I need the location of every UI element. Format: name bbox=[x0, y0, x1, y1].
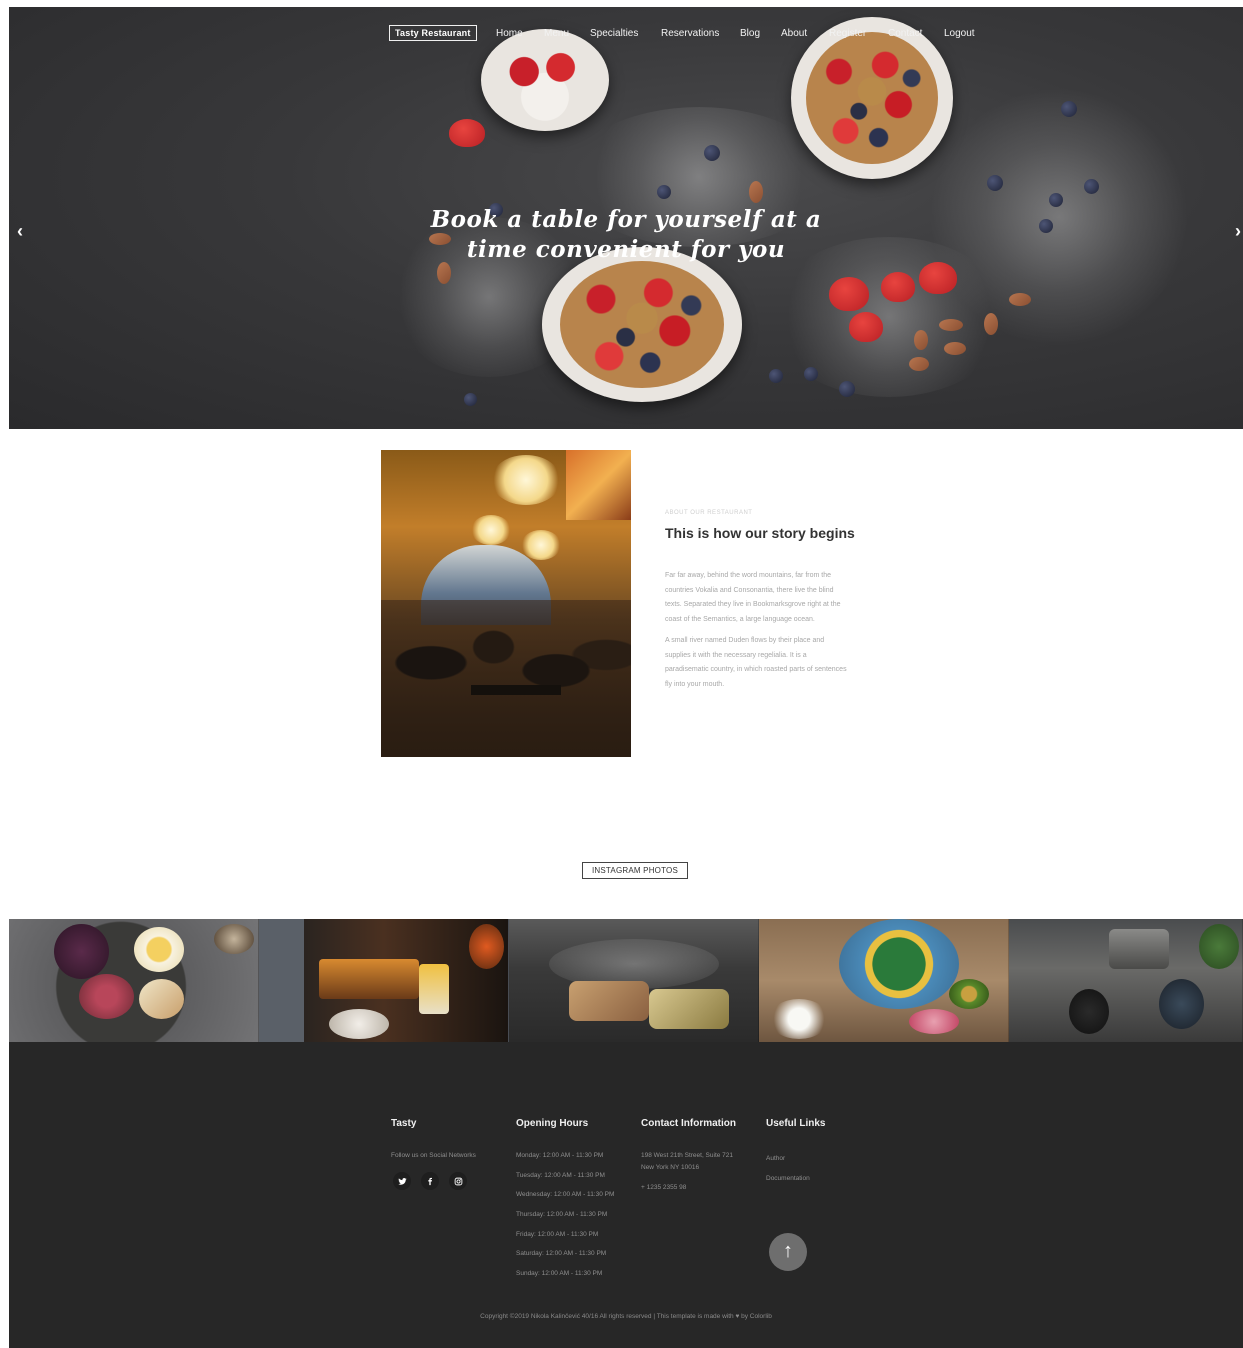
contact-phone: + 1235 2355 98 bbox=[641, 1184, 687, 1191]
hero-slider: Tasty Restaurant Home Menu Specialties R… bbox=[9, 7, 1243, 429]
page: Tasty Restaurant Home Menu Specialties R… bbox=[0, 0, 1243, 1348]
footer-links-title: Useful Links bbox=[766, 1118, 826, 1129]
footer-hours-title: Opening Hours bbox=[516, 1118, 589, 1129]
nav-about[interactable]: About bbox=[781, 28, 807, 39]
almond-image bbox=[909, 357, 929, 371]
grapes bbox=[54, 924, 109, 979]
copyright-text: Copyright ©2019 Nikola Kalinčević 40/16 … bbox=[480, 1313, 772, 1320]
restaurant-interior-image bbox=[381, 450, 631, 757]
back-to-top-button[interactable]: ↑ bbox=[769, 1233, 807, 1271]
nav-specialties[interactable]: Specialties bbox=[590, 28, 638, 39]
blueberry-image bbox=[464, 393, 477, 406]
salad-bowl bbox=[839, 919, 959, 1009]
footer-link-author[interactable]: Author bbox=[766, 1153, 785, 1165]
instagram-photo[interactable] bbox=[9, 919, 259, 1042]
chef bbox=[1159, 979, 1204, 1029]
footer-tasty-title: Tasty bbox=[391, 1118, 417, 1129]
hero-heading-line2: time convenient for you bbox=[466, 236, 786, 263]
cup bbox=[214, 924, 254, 954]
nav-home[interactable]: Home bbox=[496, 28, 523, 39]
fruit-bowl-image bbox=[542, 247, 742, 402]
grilled-fish bbox=[569, 981, 649, 1021]
almond-image bbox=[939, 319, 963, 331]
instagram-photos-label: INSTAGRAM PHOTOS bbox=[582, 862, 688, 879]
site-footer: Tasty Follow us on Social Networks Openi… bbox=[9, 1042, 1243, 1348]
opening-hours-wednesday: Wednesday: 12:00 AM - 11:30 PM bbox=[516, 1191, 615, 1198]
stained-glass-panel bbox=[566, 450, 631, 520]
grilled-fish bbox=[649, 989, 729, 1029]
contact-address-line2: New York NY 10016 bbox=[641, 1164, 700, 1171]
opening-hours-sunday: Sunday: 12:00 AM - 11:30 PM bbox=[516, 1270, 603, 1277]
hero-heading: Book a table for yourself at a time conv… bbox=[9, 205, 1243, 265]
brand-logo[interactable]: Tasty Restaurant bbox=[389, 25, 477, 41]
follow-us-text: Follow us on Social Networks bbox=[391, 1152, 476, 1159]
plant bbox=[1199, 924, 1239, 969]
instagram-icon[interactable] bbox=[449, 1172, 467, 1190]
blueberry-image bbox=[804, 367, 818, 381]
strawberry-image bbox=[919, 262, 957, 294]
dining-table bbox=[471, 685, 561, 695]
strawberry-image bbox=[849, 312, 883, 342]
nav-contact[interactable]: Contact bbox=[888, 28, 922, 39]
contact-address-line1: 198 West 21th Street, Suite 721 bbox=[641, 1152, 734, 1159]
hero-heading-line1: Book a table for yourself at a bbox=[430, 206, 822, 233]
footer-contact-title: Contact Information bbox=[641, 1118, 736, 1129]
opening-hours-monday: Monday: 12:00 AM - 11:30 PM bbox=[516, 1152, 604, 1159]
almond-image bbox=[437, 262, 451, 284]
eggs bbox=[134, 927, 184, 972]
grill bbox=[319, 959, 419, 999]
instagram-photo[interactable] bbox=[259, 919, 509, 1042]
figs bbox=[79, 974, 134, 1019]
blueberry-image bbox=[1061, 101, 1077, 117]
twitter-icon[interactable] bbox=[393, 1172, 411, 1190]
strawberry-image bbox=[829, 277, 869, 311]
blueberry-image bbox=[769, 369, 783, 383]
almond-image bbox=[944, 342, 966, 355]
chef bbox=[1069, 989, 1109, 1034]
almond-image bbox=[914, 330, 928, 350]
about-title: This is how our story begins bbox=[665, 525, 855, 541]
ceiling-lamp bbox=[491, 455, 561, 505]
nav-blog[interactable]: Blog bbox=[740, 28, 760, 39]
about-paragraph: Far far away, behind the word mountains,… bbox=[665, 572, 841, 623]
about-paragraph: A small river named Duden flows by their… bbox=[665, 637, 847, 688]
cheese bbox=[139, 979, 184, 1019]
ceiling-lamp bbox=[471, 515, 511, 545]
avocado bbox=[949, 979, 989, 1009]
chef bbox=[469, 924, 504, 969]
nav-register[interactable]: Register bbox=[829, 28, 866, 39]
ceiling-lamp bbox=[521, 530, 561, 560]
opening-hours-saturday: Saturday: 12:00 AM - 11:30 PM bbox=[516, 1250, 607, 1257]
footer-link-documentation[interactable]: Documentation bbox=[766, 1173, 810, 1185]
diners bbox=[381, 600, 631, 757]
blueberry-image bbox=[704, 145, 720, 161]
instagram-photo[interactable] bbox=[509, 919, 759, 1042]
blueberry-image bbox=[987, 175, 1003, 191]
opening-hours-tuesday: Tuesday: 12:00 AM - 11:30 PM bbox=[516, 1172, 605, 1179]
radish bbox=[909, 1009, 959, 1034]
nav-menu[interactable]: Menu bbox=[544, 28, 569, 39]
strawberry-image bbox=[881, 272, 915, 302]
opening-hours-thursday: Thursday: 12:00 AM - 11:30 PM bbox=[516, 1211, 608, 1218]
plates bbox=[329, 1009, 389, 1039]
almond-image bbox=[984, 313, 998, 335]
bottles bbox=[419, 964, 449, 1014]
kitchen-equipment bbox=[1109, 929, 1169, 969]
blueberry-image bbox=[1084, 179, 1099, 194]
almond-image bbox=[1009, 293, 1031, 306]
instagram-photo[interactable] bbox=[1009, 919, 1243, 1042]
almond-image bbox=[749, 181, 763, 203]
blueberry-image bbox=[657, 185, 671, 199]
instagram-photo[interactable] bbox=[759, 919, 1009, 1042]
strawberry-image bbox=[449, 119, 485, 147]
nav-reservations[interactable]: Reservations bbox=[661, 28, 719, 39]
flowers bbox=[769, 999, 829, 1039]
opening-hours-friday: Friday: 12:00 AM - 11:30 PM bbox=[516, 1231, 599, 1238]
instagram-gallery bbox=[9, 919, 1243, 1042]
nav-logout[interactable]: Logout bbox=[944, 28, 975, 39]
main-nav: Tasty Restaurant Home Menu Specialties R… bbox=[9, 24, 1243, 48]
about-subheading: ABOUT OUR RESTAURANT bbox=[665, 510, 753, 516]
blueberry-image bbox=[839, 381, 855, 397]
facebook-icon[interactable] bbox=[421, 1172, 439, 1190]
